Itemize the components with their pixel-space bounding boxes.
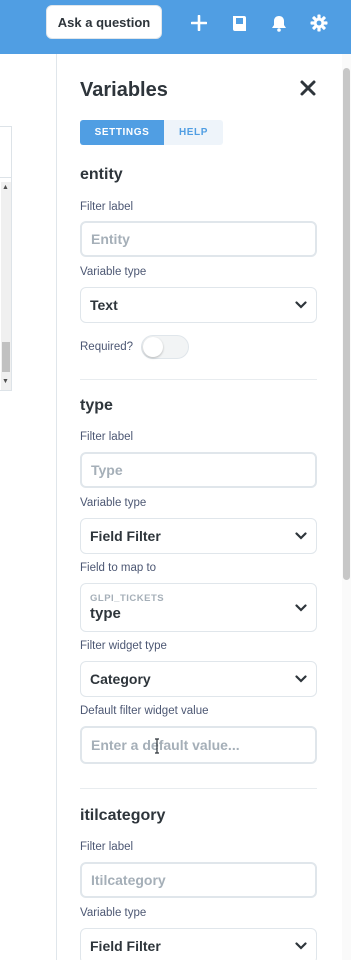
query-editor-pane: ▲ ▼ <box>0 54 56 960</box>
widget-type-select[interactable]: Category <box>80 661 317 697</box>
chevron-down-icon <box>295 532 307 540</box>
top-navbar: Ask a question <box>0 0 351 54</box>
variable-name-type: type <box>80 397 113 414</box>
entity-variable-type-select[interactable]: Text <box>80 287 317 323</box>
tab-help[interactable]: HELP <box>164 120 223 145</box>
itilcategory-filter-label-input[interactable]: Itilcategory <box>80 862 317 898</box>
select-value: Text <box>90 297 118 313</box>
field-map-label: Field to map to <box>80 562 157 574</box>
entity-filter-label-input[interactable]: Entity <box>80 221 317 257</box>
select-value: Field Filter <box>90 528 161 544</box>
variables-panel: Variables SETTINGS HELP entity Filter la… <box>56 54 351 960</box>
variable-type-label: Variable type <box>80 907 147 919</box>
chevron-down-icon <box>295 301 307 309</box>
panel-title: Variables <box>80 79 168 101</box>
panel-scroll-thumb[interactable] <box>343 68 350 580</box>
default-value-label: Default filter widget value <box>80 705 209 717</box>
chevron-down-icon <box>295 675 307 683</box>
select-value: Category <box>90 671 151 687</box>
field-table-name: GLPI_TICKETS <box>90 593 165 604</box>
filter-label-label: Filter label <box>80 841 134 853</box>
field-name: type <box>90 605 121 622</box>
ask-question-button[interactable]: Ask a question <box>46 5 162 39</box>
panel-scrollbar[interactable] <box>342 54 351 960</box>
text-cursor-icon <box>155 738 159 754</box>
toggle-knob <box>143 337 164 357</box>
editor-header-divider <box>0 177 11 178</box>
select-value: Field Filter <box>90 938 161 954</box>
query-editor[interactable]: ▲ ▼ <box>0 126 12 391</box>
variable-name-itilcategory: itilcategory <box>80 807 166 824</box>
panel-tabs: SETTINGS HELP <box>80 120 223 145</box>
variable-type-label: Variable type <box>80 266 147 278</box>
tab-settings[interactable]: SETTINGS <box>80 120 164 145</box>
editor-scroll-thumb[interactable] <box>2 342 10 372</box>
bell-icon[interactable] <box>268 12 290 34</box>
book-icon[interactable] <box>228 12 250 34</box>
section-divider <box>80 788 317 789</box>
variable-name-entity: entity <box>80 166 123 183</box>
filter-label-label: Filter label <box>80 201 134 213</box>
scroll-up-arrow-icon[interactable]: ▲ <box>2 184 9 191</box>
gear-icon[interactable] <box>308 12 330 34</box>
section-divider <box>80 379 317 380</box>
chevron-down-icon <box>295 942 307 950</box>
editor-scrollbar[interactable]: ▲ ▼ <box>1 182 11 390</box>
chevron-down-icon <box>295 603 307 612</box>
filter-label-label: Filter label <box>80 431 134 443</box>
itilcategory-variable-type-select[interactable]: Field Filter <box>80 928 317 960</box>
default-value-input[interactable]: Enter a default value... <box>80 726 317 764</box>
field-map-select[interactable]: GLPI_TICKETS type <box>80 583 317 632</box>
plus-icon[interactable] <box>188 12 210 34</box>
required-label: Required? <box>80 341 134 353</box>
variable-type-label: Variable type <box>80 497 147 509</box>
type-variable-type-select[interactable]: Field Filter <box>80 518 317 554</box>
widget-type-label: Filter widget type <box>80 640 167 652</box>
close-icon[interactable] <box>298 78 318 98</box>
required-row: Required? <box>80 335 190 359</box>
scroll-down-arrow-icon[interactable]: ▼ <box>2 378 9 385</box>
required-toggle[interactable] <box>141 335 190 359</box>
type-filter-label-input[interactable]: Type <box>80 452 317 488</box>
